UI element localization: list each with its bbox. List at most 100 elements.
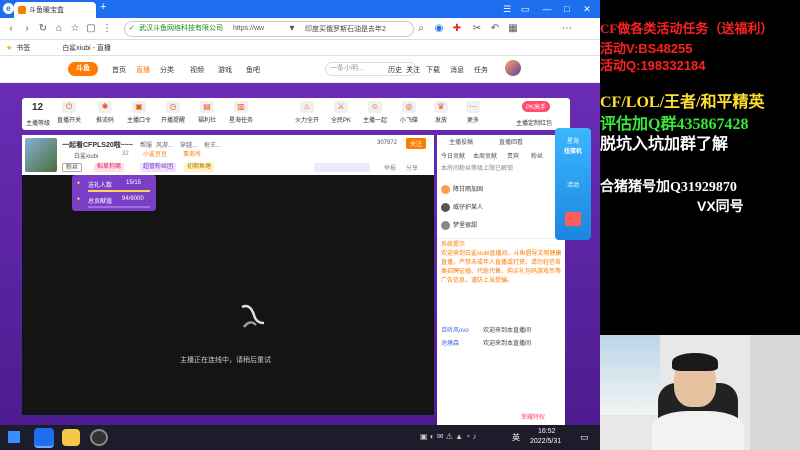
nav-yuba[interactable]: 鱼吧 <box>246 65 260 75</box>
skin-icon[interactable]: ▭ <box>518 2 532 16</box>
user-task[interactable]: 任务 <box>474 65 488 75</box>
tool-pk[interactable]: ⚔ 全民PK <box>326 101 356 124</box>
nav-video[interactable]: 视频 <box>190 65 204 75</box>
tool-live-switch[interactable]: ⏻ 直播开关 <box>54 101 84 124</box>
promo-side-banner[interactable]: 星海 扭蛋机 活动 <box>555 128 591 240</box>
ime-indicator[interactable]: 英 <box>512 432 520 443</box>
dropdown-icon[interactable]: ▾ <box>285 22 299 36</box>
more-icon[interactable]: ⋯ <box>560 22 574 36</box>
new-tab-button[interactable]: + <box>100 1 106 13</box>
family-tag[interactable]: 小鲨豆豆 <box>140 151 170 160</box>
room-tag-3[interactable]: 枪王... <box>204 140 221 149</box>
follower-count: 32 <box>122 151 129 157</box>
union-tag[interactable]: 事务所 <box>180 151 204 160</box>
user-history[interactable]: 历史 <box>388 65 402 75</box>
room-tag-1[interactable]: 风游... <box>156 140 173 149</box>
tab-active[interactable]: 斗鱼暖宝盒 <box>14 2 96 18</box>
custom-redpacket[interactable]: 主播定制红包 <box>516 118 552 127</box>
app-task-icon-2[interactable] <box>62 429 80 446</box>
nav-category[interactable]: 分类 <box>160 65 174 75</box>
home-icon[interactable]: ⌂ <box>52 22 66 36</box>
notification-icon[interactable]: ▭ <box>580 432 589 443</box>
refresh-icon[interactable]: ↻ <box>36 22 50 36</box>
chat-divider <box>437 238 565 239</box>
menu-icon[interactable]: ☰ <box>500 2 514 16</box>
tool-welfare[interactable]: ▤ 福利社 <box>192 101 222 124</box>
chat-tab-week[interactable]: 本周贡献 <box>473 151 497 160</box>
user-avatar[interactable] <box>505 60 521 76</box>
streamer-avatar[interactable] <box>25 138 57 172</box>
bookmark-icon[interactable]: ▢ <box>84 22 98 36</box>
start-button-icon[interactable] <box>8 431 20 443</box>
tool-ufo[interactable]: ◎ 小飞碟 <box>394 101 424 124</box>
fan-level-tag[interactable]: 粉丝 <box>62 163 83 172</box>
translate-icon[interactable]: ✚ <box>450 22 464 36</box>
chat-tab-upload[interactable]: 主播投稿 <box>449 137 473 146</box>
room-tag-0[interactable]: 帮服 <box>140 140 152 149</box>
bookmark-star-icon: ★ <box>6 44 13 52</box>
douyu-logo[interactable]: 斗鱼 <box>68 62 98 76</box>
tool-issue[interactable]: ♛ 发放 <box>426 101 456 124</box>
site-search-input[interactable]: 一条小明... ⌕ <box>325 62 417 76</box>
level-label[interactable]: 主播等级 <box>26 118 50 127</box>
search-icon[interactable]: ⌕ <box>414 22 428 36</box>
gift-bar[interactable] <box>314 163 370 172</box>
tool-stream-code[interactable]: ✱ 推流码 <box>90 101 120 124</box>
extension-icon[interactable]: ◉ <box>432 22 446 36</box>
bookmarks-label[interactable]: 书签 <box>16 43 30 53</box>
tool-firepower[interactable]: ♨ 火力全开 <box>292 101 322 124</box>
chat-tab-replay[interactable]: 直播回看 <box>499 137 523 146</box>
clock-time[interactable]: 16:52 <box>538 428 556 435</box>
chat-tab-vip[interactable]: 贵宾 <box>507 151 519 160</box>
user-follow[interactable]: 关注 <box>406 65 420 75</box>
tool-password[interactable]: ▣ 主播口令 <box>124 101 154 124</box>
search-hint[interactable]: 印度买俄罗斯石油是去年2 <box>305 24 386 34</box>
tool-reminder[interactable]: ◷ 开播提醒 <box>158 101 188 124</box>
badge-1[interactable]: 超管粉丝团 <box>140 163 177 172</box>
pk-badge[interactable]: PK高手 <box>522 101 551 112</box>
follow-button[interactable]: 关注 <box>406 138 427 149</box>
tool-star-task[interactable]: ▥ 星海任务 <box>226 101 256 124</box>
bookmark-item-xiubi[interactable]: 白鲨xiubi - 直播 <box>62 43 111 53</box>
close-button[interactable]: ✕ <box>580 2 594 16</box>
clock-date[interactable]: 2022/5/31 <box>530 438 561 445</box>
rank-row-3[interactable]: 梦里很甜 <box>441 219 561 233</box>
browser-task-icon[interactable] <box>34 428 54 448</box>
report-button[interactable]: 举报 <box>384 163 396 172</box>
chat-tab-today[interactable]: 今日贡献 <box>441 151 465 160</box>
user-message[interactable]: 消息 <box>450 65 464 75</box>
minimize-button[interactable]: — <box>540 2 554 16</box>
welcome1-user[interactable]: 且听风ovo <box>441 327 481 336</box>
forward-icon[interactable]: › <box>20 22 34 36</box>
share-button[interactable]: 分享 <box>406 163 418 172</box>
chat-tab-fans[interactable]: 粉丝 <box>531 151 543 160</box>
app-task-icon-3[interactable] <box>90 429 108 446</box>
badge-0[interactable]: 稻草狗窝 <box>94 163 125 172</box>
scissor-icon[interactable]: ✂ <box>470 22 484 36</box>
rank-row-2[interactable]: 威仔护某人 <box>441 201 561 215</box>
cam-person-hair <box>672 353 718 371</box>
nav-game[interactable]: 游戏 <box>218 65 232 75</box>
video-area[interactable]: 主播正在连线中，请稍后重试 <box>22 175 434 415</box>
nav-home[interactable]: 首页 <box>112 65 126 75</box>
nav-live[interactable]: 直播 <box>136 65 150 75</box>
honor-privilege-button[interactable]: 荣耀特权 <box>521 412 545 421</box>
room-header: 一起看CFPLS20啦~~~ 帮服 风游... 穿越... 枪王... 白鲨xi… <box>22 135 434 175</box>
back-icon[interactable]: ‹ <box>4 22 18 36</box>
room-tag-2[interactable]: 穿越... <box>180 140 197 149</box>
maximize-button[interactable]: □ <box>560 2 574 16</box>
welcome2-user[interactable]: 池塘森 <box>441 340 481 349</box>
apps-icon[interactable]: ⋮ <box>100 22 114 36</box>
tool-more[interactable]: ⋯ 更多 <box>458 101 488 124</box>
streamer-name[interactable]: 白鲨xiubi <box>74 151 98 160</box>
loading-spinner-icon <box>241 304 265 328</box>
popup-row1-bar <box>88 190 150 192</box>
tool-together[interactable]: ☺ 主播一起 <box>360 101 390 124</box>
undo-icon[interactable]: ↶ <box>488 22 502 36</box>
badge-2[interactable]: 初期鱼塘 <box>184 163 215 172</box>
rank-row-1[interactable]: 降甘雨加固 <box>441 183 561 197</box>
tray-icons[interactable]: ▣ ◐ ✉ ⚠ ▲ ◔ ♪ <box>420 432 476 441</box>
grid-icon[interactable]: ▦ <box>506 22 520 36</box>
star-icon[interactable]: ☆ <box>68 22 82 36</box>
user-download[interactable]: 下载 <box>426 65 440 75</box>
